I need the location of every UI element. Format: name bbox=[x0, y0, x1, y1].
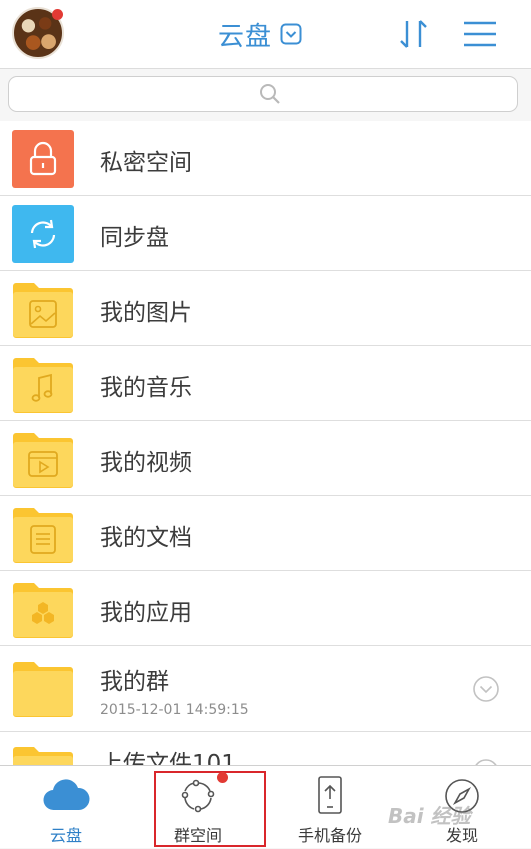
tab-cloud-disk[interactable]: 云盘 bbox=[0, 766, 132, 849]
folder-name: 私密空间 bbox=[100, 150, 192, 176]
search-bar[interactable] bbox=[8, 76, 518, 113]
list-item[interactable]: 我的视频 bbox=[0, 421, 531, 496]
app-header: 云盘 bbox=[0, 0, 531, 69]
list-item[interactable]: 我的文档 bbox=[0, 496, 531, 571]
list-item[interactable]: 我的应用 bbox=[0, 571, 531, 646]
folder-name: 我的音乐 bbox=[100, 375, 192, 401]
music-folder-icon bbox=[13, 358, 73, 413]
chevron-down-icon bbox=[280, 23, 302, 45]
list-item[interactable]: 我的图片 bbox=[0, 271, 531, 346]
app-folder-icon bbox=[13, 583, 73, 638]
list-item[interactable]: 我的音乐 bbox=[0, 346, 531, 421]
folder-date: 2015-12-01 14:59:15 bbox=[100, 702, 249, 718]
folder-name: 我的图片 bbox=[100, 300, 192, 326]
folder-list: 私密空间 同步盘 我的图片 我的音乐 我的视频 我的文档 我的应用 我的群 20… bbox=[0, 121, 531, 765]
video-folder-icon bbox=[13, 433, 73, 488]
document-folder-icon bbox=[13, 508, 73, 563]
tab-phone-backup[interactable]: 手机备份 bbox=[264, 766, 396, 849]
page-title: 云盘 bbox=[218, 21, 273, 52]
menu-icon[interactable] bbox=[462, 20, 498, 48]
list-item[interactable]: 同步盘 bbox=[0, 196, 531, 271]
tab-label: 手机备份 bbox=[297, 826, 362, 845]
image-folder-icon bbox=[13, 283, 73, 338]
list-item[interactable]: 我的群 2015-12-01 14:59:15 bbox=[0, 646, 531, 732]
sort-icon[interactable] bbox=[398, 17, 430, 51]
folder-icon bbox=[13, 747, 73, 765]
folder-name: 我的应用 bbox=[100, 600, 192, 626]
folder-name: 我的视频 bbox=[100, 450, 192, 476]
search-icon bbox=[260, 84, 280, 104]
list-item[interactable]: 私密空间 bbox=[0, 121, 531, 196]
lock-icon bbox=[12, 130, 74, 188]
notification-badge bbox=[217, 772, 228, 783]
sync-icon bbox=[12, 205, 74, 263]
list-item[interactable]: 上传文件101 bbox=[0, 732, 531, 765]
highlight-box bbox=[154, 771, 266, 847]
title-dropdown[interactable]: 云盘 bbox=[218, 14, 302, 54]
folder-name: 我的文档 bbox=[100, 525, 192, 551]
chevron-down-circle-icon[interactable] bbox=[472, 675, 500, 703]
chevron-down-circle-icon[interactable] bbox=[472, 758, 500, 765]
phone-backup-icon bbox=[318, 776, 342, 814]
folder-name: 上传文件101 bbox=[100, 751, 236, 765]
notification-dot bbox=[52, 9, 63, 20]
watermark: Bai 经验 bbox=[388, 804, 471, 828]
folder-name: 同步盘 bbox=[100, 225, 169, 251]
tab-label: 云盘 bbox=[49, 826, 82, 845]
cloud-icon bbox=[43, 779, 90, 811]
folder-name: 我的群 bbox=[100, 669, 169, 695]
folder-icon bbox=[13, 662, 73, 717]
